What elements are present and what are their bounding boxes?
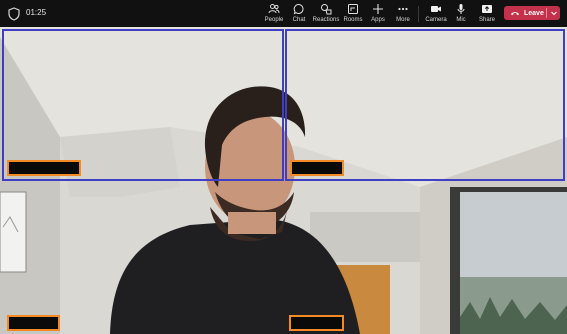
meeting-toolbar: 01:25 People Chat Reactions Rooms Apps M… (0, 0, 567, 27)
video-tile-top-right[interactable] (285, 29, 565, 181)
chat-icon (293, 4, 304, 15)
participant-name-tag (7, 315, 60, 331)
camera-icon (431, 6, 441, 12)
people-label: People (264, 17, 284, 23)
people-icon (268, 4, 280, 14)
apps-label: Apps (371, 17, 385, 23)
participant-name-tag (289, 315, 344, 331)
mic-icon (457, 4, 465, 14)
phone-hangup-icon (511, 12, 519, 16)
share-icon (482, 5, 492, 13)
reactions-button[interactable]: Reactions (311, 3, 341, 23)
toolbar-divider (418, 6, 419, 22)
mic-label: Mic (456, 17, 466, 23)
more-label: More (396, 17, 410, 23)
more-icon (398, 7, 408, 11)
share-button[interactable]: Share (472, 3, 502, 23)
chat-label: Chat (292, 17, 306, 23)
leave-label: Leave (524, 9, 544, 17)
rooms-label: Rooms (343, 17, 363, 23)
leave-button[interactable]: Leave (504, 6, 560, 20)
leave-divider (546, 8, 547, 18)
video-tile-top-left[interactable] (2, 29, 284, 181)
camera-label: Camera (425, 17, 447, 23)
reactions-icon (321, 4, 332, 15)
meeting-timer: 01:25 (26, 8, 47, 17)
participant-name-tag (7, 160, 81, 176)
share-label: Share (478, 17, 495, 23)
video-stage (0, 27, 567, 334)
reactions-label: Reactions (312, 17, 340, 23)
more-button[interactable]: More (388, 3, 418, 23)
chevron-down-icon[interactable] (550, 9, 558, 17)
rooms-icon (348, 4, 358, 14)
shield-icon (8, 7, 20, 21)
chat-button[interactable]: Chat (284, 3, 314, 23)
plus-icon (373, 4, 383, 14)
participant-name-tag (290, 160, 344, 176)
